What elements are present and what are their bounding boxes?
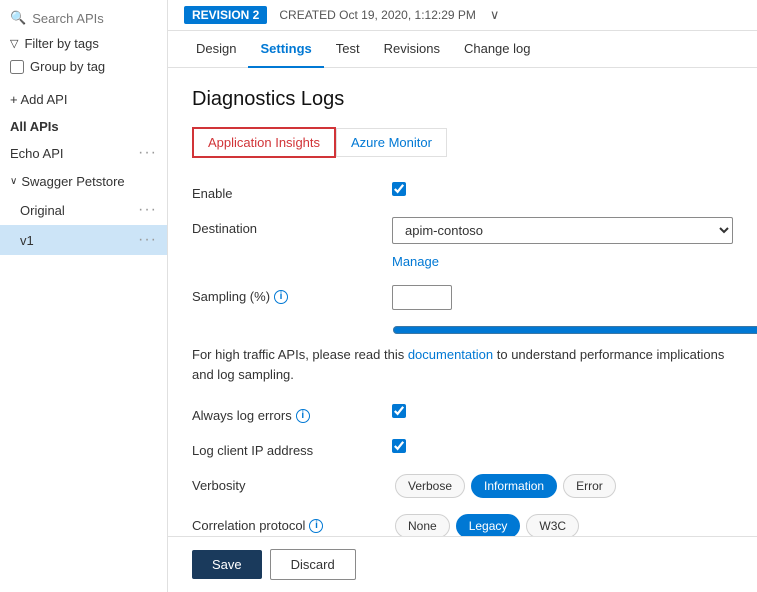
add-api-button[interactable]: + Add API <box>0 86 167 113</box>
original-item[interactable]: Original ··· <box>0 195 167 225</box>
nav-tabs: Design Settings Test Revisions Change lo… <box>168 31 757 68</box>
destination-select[interactable]: apim-contoso <box>392 217 733 244</box>
enable-control <box>392 182 733 196</box>
verbosity-label: Verbosity <box>192 474 392 493</box>
original-label: Original <box>20 203 65 218</box>
group-checkbox[interactable] <box>10 60 24 74</box>
swagger-petstore-section[interactable]: ∨ Swagger Petstore <box>0 168 167 195</box>
documentation-link[interactable]: documentation <box>408 347 493 362</box>
created-text: CREATED Oct 19, 2020, 1:12:29 PM <box>279 8 476 22</box>
sampling-slider-container <box>392 322 733 341</box>
top-bar: REVISION 2 CREATED Oct 19, 2020, 1:12:29… <box>168 0 757 31</box>
filter-icon: ▽ <box>10 37 18 50</box>
sampling-control: 100 <box>392 285 733 310</box>
main-content: REVISION 2 CREATED Oct 19, 2020, 1:12:29… <box>168 0 757 592</box>
filter-by-tags[interactable]: ▽ Filter by tags <box>0 32 167 55</box>
correlation-row: Correlation protocol i None Legacy W3C <box>192 506 733 536</box>
sub-tabs: Application Insights Azure Monitor <box>192 127 733 158</box>
swagger-petstore-label: Swagger Petstore <box>21 174 124 189</box>
all-apis-label: All APIs <box>0 113 167 138</box>
log-ip-checkbox[interactable] <box>392 439 406 453</box>
log-ip-label: Log client IP address <box>192 439 392 458</box>
enable-label: Enable <box>192 182 392 201</box>
log-ip-row: Log client IP address <box>192 431 733 466</box>
group-by-tag[interactable]: Group by tag <box>0 55 167 78</box>
echo-api-item[interactable]: Echo API ··· <box>0 138 167 168</box>
filter-label: Filter by tags <box>24 36 98 51</box>
always-log-info-icon[interactable]: i <box>296 409 310 423</box>
always-log-control <box>392 404 733 418</box>
sub-tab-app-insights[interactable]: Application Insights <box>192 127 336 158</box>
tab-changelog[interactable]: Change log <box>452 31 543 68</box>
verbosity-error-btn[interactable]: Error <box>563 474 616 498</box>
page-title: Diagnostics Logs <box>192 88 733 111</box>
search-input[interactable] <box>32 11 157 26</box>
correlation-legacy-btn[interactable]: Legacy <box>456 514 521 536</box>
revision-badge: REVISION 2 <box>184 6 267 24</box>
v1-menu-icon[interactable]: ··· <box>138 231 157 249</box>
footer: Save Discard <box>168 536 757 592</box>
original-menu-icon[interactable]: ··· <box>138 201 157 219</box>
tab-settings[interactable]: Settings <box>248 31 323 68</box>
destination-control: apim-contoso <box>392 217 733 244</box>
enable-checkbox[interactable] <box>392 182 406 196</box>
verbosity-information-btn[interactable]: Information <box>471 474 557 498</box>
verbosity-verbose-btn[interactable]: Verbose <box>395 474 465 498</box>
verbosity-toggle-group: Verbose Information Error <box>392 474 619 498</box>
tab-design[interactable]: Design <box>184 31 248 68</box>
content-area: Diagnostics Logs Application Insights Az… <box>168 68 757 536</box>
chevron-down-icon: ∨ <box>10 176 17 187</box>
manage-link[interactable]: Manage <box>392 254 439 269</box>
info-text: For high traffic APIs, please read this … <box>192 345 733 384</box>
verbosity-control: Verbose Information Error <box>392 474 733 498</box>
tab-test[interactable]: Test <box>324 31 372 68</box>
correlation-toggle-group: None Legacy W3C <box>392 514 582 536</box>
search-icon: 🔍 <box>10 10 26 26</box>
v1-item[interactable]: v1 ··· <box>0 225 167 255</box>
search-bar[interactable]: 🔍 <box>0 4 167 32</box>
echo-api-label: Echo API <box>10 146 63 161</box>
always-log-checkbox[interactable] <box>392 404 406 418</box>
tab-revisions[interactable]: Revisions <box>372 31 452 68</box>
correlation-control: None Legacy W3C <box>392 514 733 536</box>
sub-tab-azure-monitor[interactable]: Azure Monitor <box>336 128 447 157</box>
correlation-w3c-btn[interactable]: W3C <box>526 514 579 536</box>
correlation-info-icon[interactable]: i <box>309 519 323 533</box>
discard-button[interactable]: Discard <box>270 549 356 580</box>
log-ip-control <box>392 439 733 453</box>
group-label: Group by tag <box>30 59 105 74</box>
revision-dropdown-arrow[interactable]: ∨ <box>490 7 500 23</box>
sampling-info-icon[interactable]: i <box>274 290 288 304</box>
add-api-label: + Add API <box>10 92 67 107</box>
correlation-none-btn[interactable]: None <box>395 514 450 536</box>
always-log-row: Always log errors i <box>192 396 733 431</box>
enable-row: Enable <box>192 174 733 209</box>
save-button[interactable]: Save <box>192 550 262 579</box>
manage-row: Manage <box>192 252 733 277</box>
destination-label: Destination <box>192 217 392 236</box>
always-log-label: Always log errors i <box>192 404 392 423</box>
v1-label: v1 <box>20 233 34 248</box>
sampling-row: Sampling (%) i 100 <box>192 277 733 318</box>
sampling-slider[interactable] <box>392 322 757 338</box>
sampling-label: Sampling (%) i <box>192 285 392 304</box>
sidebar: 🔍 ▽ Filter by tags Group by tag + Add AP… <box>0 0 168 592</box>
verbosity-row: Verbosity Verbose Information Error <box>192 466 733 506</box>
correlation-label: Correlation protocol i <box>192 514 392 533</box>
sampling-input[interactable]: 100 <box>392 285 452 310</box>
destination-row: Destination apim-contoso <box>192 209 733 252</box>
form-section: Enable Destination apim-contoso Manage S… <box>192 174 733 536</box>
echo-api-menu-icon[interactable]: ··· <box>138 144 157 162</box>
